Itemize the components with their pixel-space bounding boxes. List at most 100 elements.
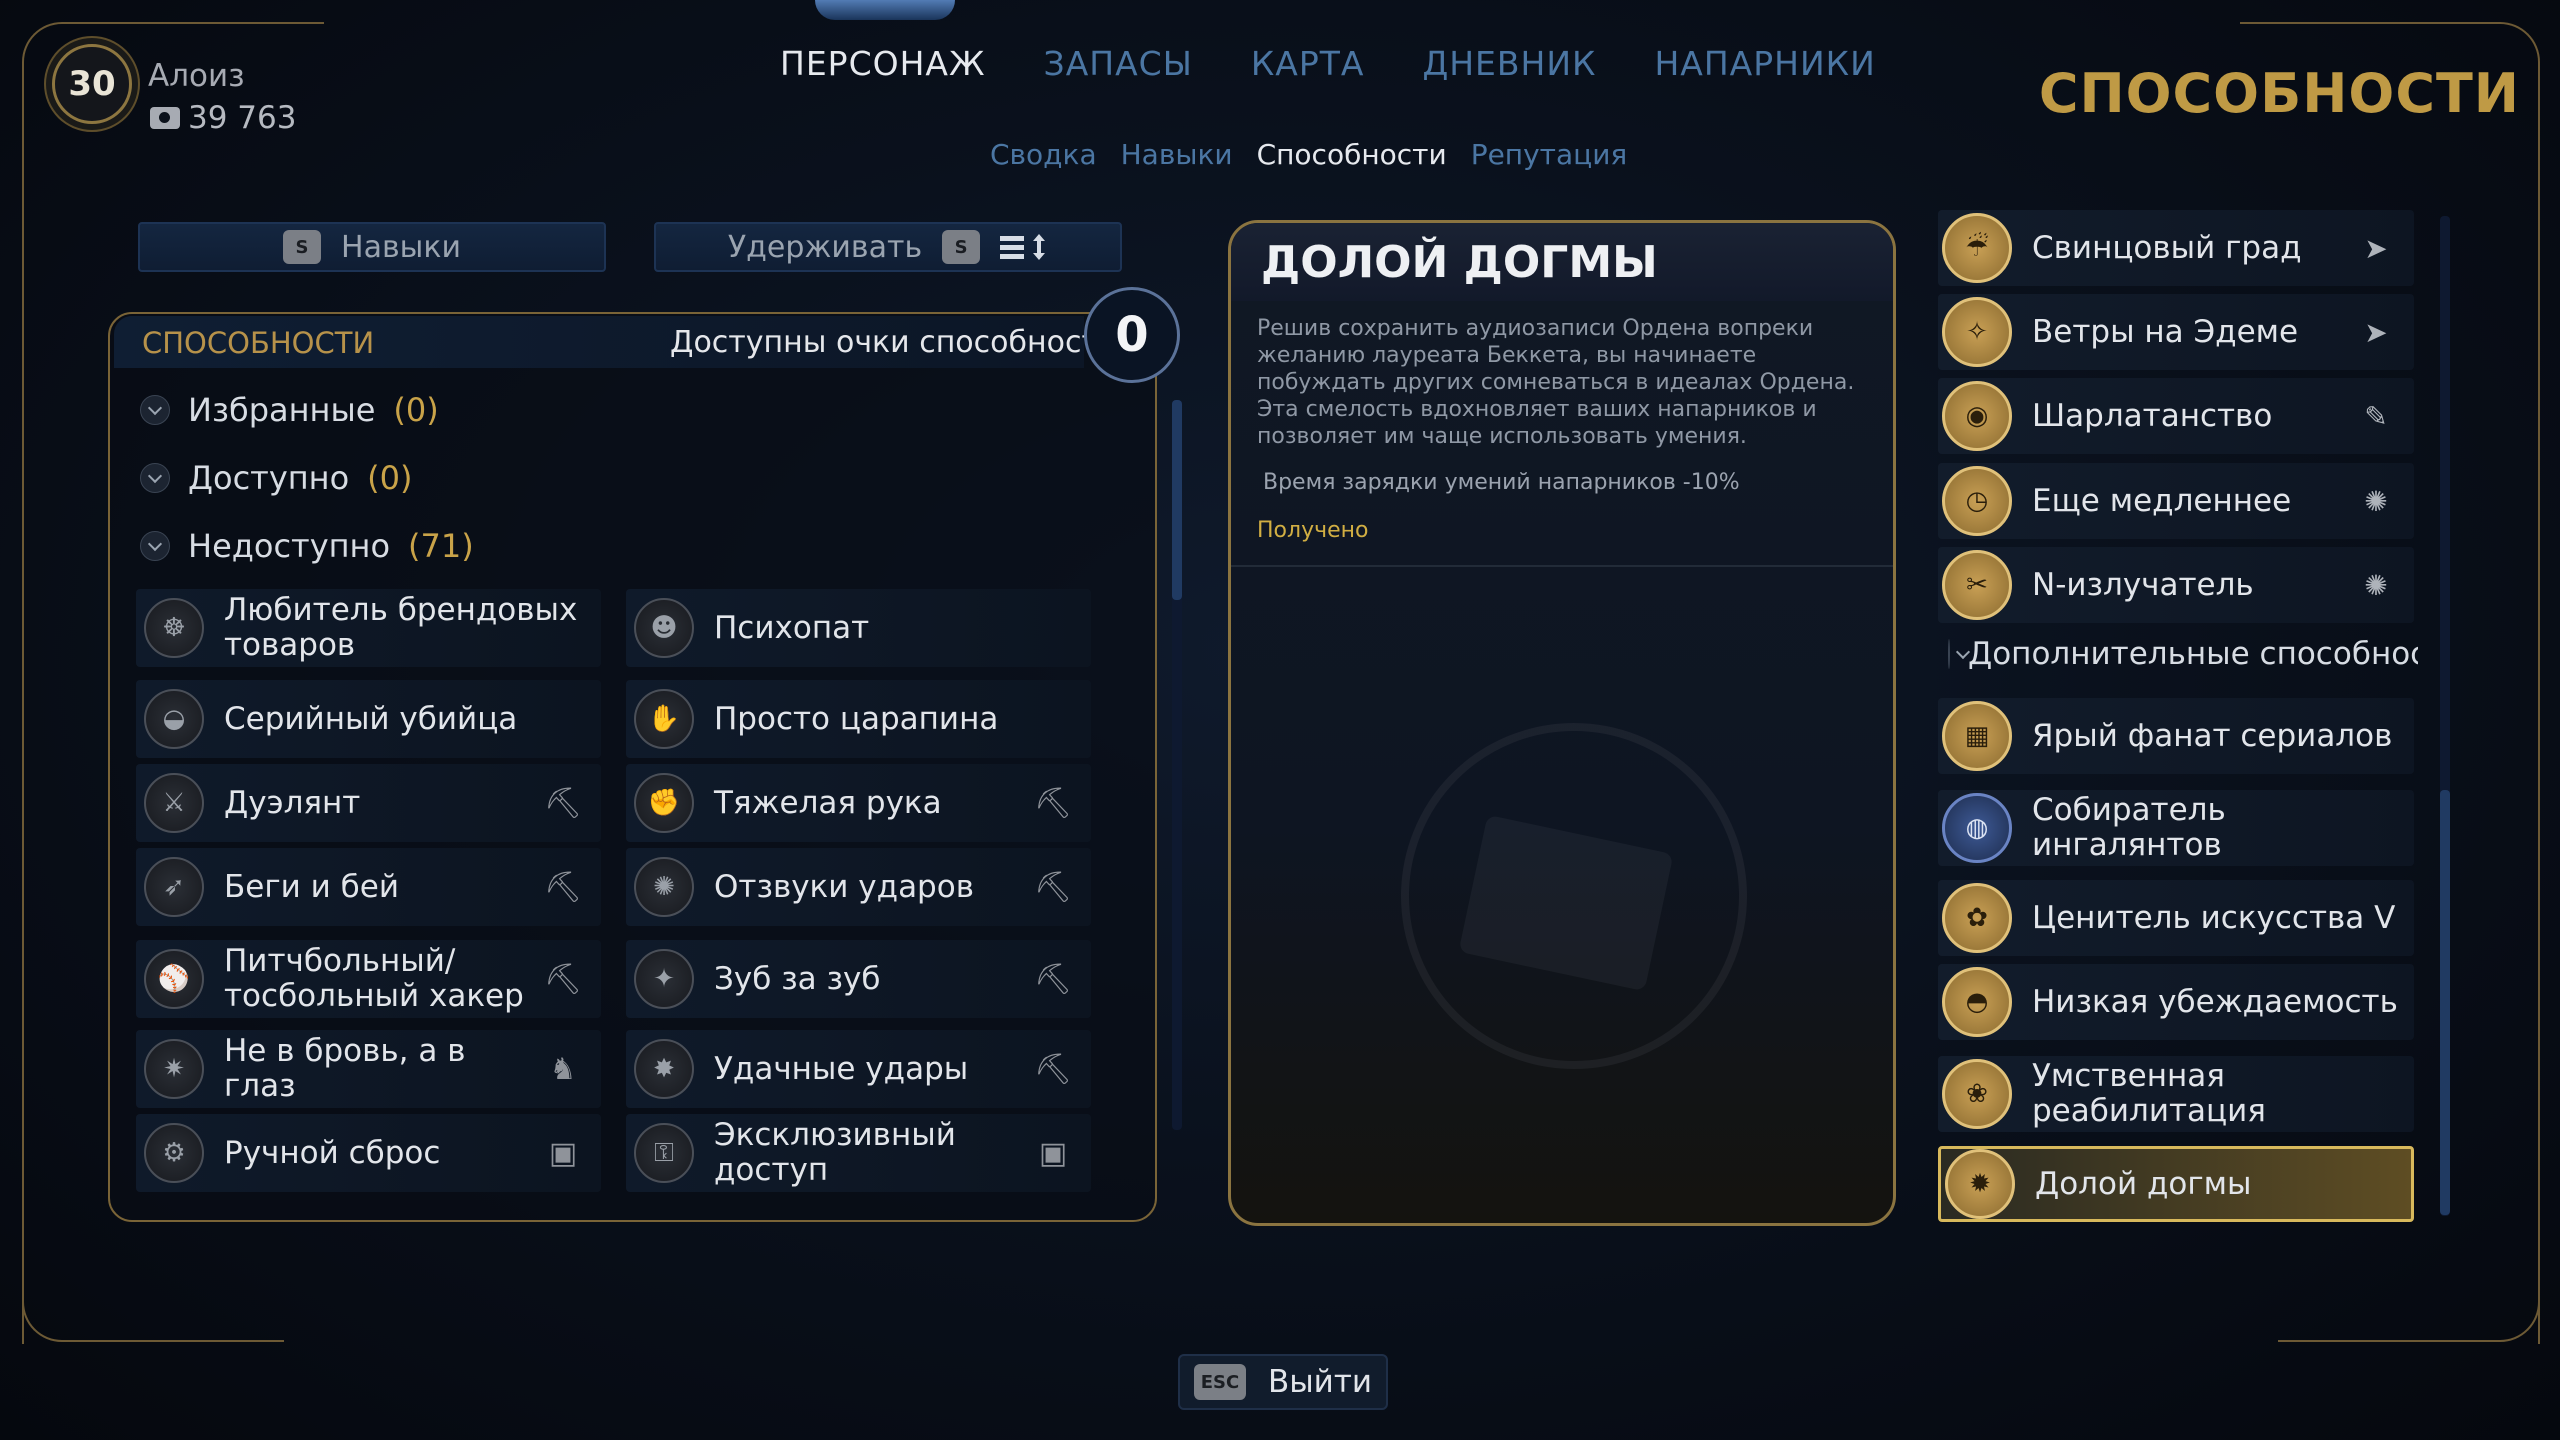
right-ability-item[interactable]: ▦ Ярый фанат сериалов <box>1938 698 2414 774</box>
subnav-tab-0[interactable]: Сводка <box>990 138 1097 171</box>
main-nav: ПЕРСОНАЖ ЗАПАСЫ КАРТА ДНЕВНИК НАПАРНИКИ <box>780 44 1876 83</box>
right-ability-item[interactable]: ◓ Низкая убеждаемость <box>1938 964 2414 1040</box>
ability-detail-card: ДОЛОЙ ДОГМЫ Решив сохранить аудиозаписи … <box>1228 220 1896 1226</box>
splash-icon: ✸ <box>634 1039 694 1099</box>
arms-icon: ✊ <box>634 773 694 833</box>
key-hint-s: S <box>942 230 981 264</box>
ability-tile-label: Эксклюзивный доступ <box>714 1117 956 1188</box>
ability-tile-label: Дуэлянт <box>224 784 361 821</box>
right-list-scrollbar-thumb[interactable] <box>2440 790 2450 1215</box>
ability-tile[interactable]: ⚔ Дуэлянт ⛏ <box>136 764 601 842</box>
pickaxe-icon: ⛏ <box>1033 869 1073 905</box>
chevron-down-icon <box>1948 639 1950 669</box>
ability-tile[interactable]: ✸ Удачные удары ⛏ <box>626 1030 1091 1108</box>
ability-tile[interactable]: ➶ Беги и бей ⛏ <box>136 848 601 926</box>
ability-points-value: 0 <box>1084 287 1180 383</box>
detail-divider <box>1231 565 1893 567</box>
subnav-tab-1[interactable]: Навыки <box>1121 138 1233 171</box>
category-row[interactable]: Избранные (0) <box>140 380 439 440</box>
skills-button[interactable]: S Навыки <box>138 222 606 272</box>
extra-abilities-category[interactable]: Дополнительные способности <box>1948 636 2418 672</box>
bat-icon: ⚾ <box>144 949 204 1009</box>
category-row[interactable]: Доступно (0) <box>140 448 413 508</box>
crossed-swords-icon: ⚔ <box>144 773 204 833</box>
sub-nav: Сводка Навыки Способности Репутация <box>990 138 1627 171</box>
device-icon: ▣ <box>1038 1135 1068 1171</box>
clock-icon: ◷ <box>1942 466 2012 536</box>
right-ability-label: Ярый фанат сериалов <box>2032 717 2393 754</box>
ability-tile-label: Отзвуки ударов <box>714 868 974 905</box>
abilities-scrollbar-thumb[interactable] <box>1172 400 1182 600</box>
ability-points-label: Доступны очки способностей: <box>670 325 1148 360</box>
hold-sort-button[interactable]: Удерживать S <box>654 222 1122 272</box>
ability-tile[interactable]: ✺ Отзвуки ударов ⛏ <box>626 848 1091 926</box>
mask-icon: ☻ <box>634 598 694 658</box>
ability-tile[interactable]: ✦ Зуб за зуб ⛏ <box>626 940 1091 1018</box>
ability-tile[interactable]: ⚙ Ручной сброс ▣ <box>136 1114 601 1192</box>
right-ability-item[interactable]: ✿ Ценитель искусства V <box>1938 880 2414 956</box>
ability-tile[interactable]: ✊ Тяжелая рука ⛏ <box>626 764 1091 842</box>
ability-tile[interactable]: ✷ Не в бровь, а в глаз ♞ <box>136 1030 601 1108</box>
ability-tile[interactable]: ⚾ Питчбольный/ тосбольный хакер ⛏ <box>136 940 601 1018</box>
ability-tile-label: Психопат <box>714 609 870 646</box>
gun-icon: ➤ <box>2364 315 2388 349</box>
ability-tile[interactable]: ☸ Любитель брендовых товаров <box>136 589 601 667</box>
hand-icon: ✋ <box>634 689 694 749</box>
tv-icon: ▦ <box>1942 701 2012 771</box>
right-ability-item[interactable]: ❀ Умственная реабилитация <box>1938 1056 2414 1132</box>
ability-tile[interactable]: ◒ Серийный убийца <box>136 680 601 758</box>
ability-tile[interactable]: ✋ Просто царапина <box>626 680 1091 758</box>
inhaler-icon: ◍ <box>1942 793 2012 863</box>
nav-tab-3[interactable]: ДНЕВНИК <box>1422 44 1596 83</box>
right-ability-item[interactable]: ✂ N-излучатель ✺ <box>1938 547 2414 623</box>
right-ability-item[interactable]: ☔ Свинцовый град ➤ <box>1938 210 2414 286</box>
subnav-tab-2[interactable]: Способности <box>1257 138 1447 171</box>
detail-title: ДОЛОЙ ДОГМЫ <box>1261 237 1658 288</box>
detail-status: Получено <box>1257 518 1369 543</box>
chevron-down-icon <box>140 395 170 425</box>
right-ability-item[interactable]: ◉ Шарлатанство ✎ <box>1938 378 2414 454</box>
page-title: СПОСОБНОСТИ <box>2038 62 2520 125</box>
category-label: Доступно <box>188 459 350 497</box>
right-ability-item[interactable]: ◍ Собиратель ингалянтов <box>1938 790 2414 866</box>
chevron-down-icon <box>140 531 170 561</box>
category-row[interactable]: Недоступно (71) <box>140 516 474 576</box>
nav-tab-2[interactable]: КАРТА <box>1251 44 1365 83</box>
atom-icon: ✺ <box>2364 484 2388 518</box>
nav-tab-0[interactable]: ПЕРСОНАЖ <box>780 44 986 83</box>
nav-tab-4[interactable]: НАПАРНИКИ <box>1654 44 1875 83</box>
right-ability-label: Еще медленнее <box>2032 482 2292 519</box>
ability-tile-label: Любитель брендовых товаров <box>224 592 578 663</box>
active-tab-glow <box>815 0 955 20</box>
sort-icon <box>1000 233 1048 261</box>
pickaxe-icon: ⛏ <box>1033 1051 1073 1087</box>
right-ability-label: Долой догмы <box>2035 1165 2252 1202</box>
robot-icon: ⚙ <box>144 1123 204 1183</box>
exit-label: Выйти <box>1267 1364 1373 1400</box>
right-ability-label: Низкая убеждаемость <box>2032 983 2398 1020</box>
ability-tile-label: Беги и бей <box>224 868 399 905</box>
subnav-tab-3[interactable]: Репутация <box>1471 138 1628 171</box>
category-label: Избранные <box>188 391 376 429</box>
compass-icon: ✧ <box>1942 297 2012 367</box>
strike-icon: ✷ <box>144 1039 204 1099</box>
category-label: Недоступно <box>188 527 391 565</box>
ability-tile[interactable]: ☻ Психопат <box>626 589 1091 667</box>
ability-tile-label: Зуб за зуб <box>714 960 881 997</box>
brain-icon: ❀ <box>1942 1059 2012 1129</box>
right-ability-item[interactable]: ◷ Еще медленнее ✺ <box>1938 463 2414 539</box>
nav-tab-1[interactable]: ЗАПАСЫ <box>1044 44 1193 83</box>
ability-tile[interactable]: ⚿ Эксклюзивный доступ ▣ <box>626 1114 1091 1192</box>
detail-description: Решив сохранить аудиозаписи Ордена вопре… <box>1257 316 1855 449</box>
category-count: (0) <box>393 391 439 429</box>
runner-icon: ➶ <box>144 857 204 917</box>
chevron-down-icon <box>140 463 170 493</box>
pickaxe-icon: ⛏ <box>543 869 583 905</box>
right-ability-item[interactable]: ✹ Долой догмы <box>1938 1146 2414 1222</box>
exit-button[interactable]: ESC Выйти <box>1178 1354 1388 1410</box>
key-hint-esc: ESC <box>1193 1364 1246 1400</box>
player-money: 39 763 <box>150 100 296 136</box>
key-icon: ⚿ <box>634 1123 694 1183</box>
right-ability-item[interactable]: ✧ Ветры на Эдеме ➤ <box>1938 294 2414 370</box>
right-ability-label: Ценитель искусства V <box>2032 899 2396 936</box>
